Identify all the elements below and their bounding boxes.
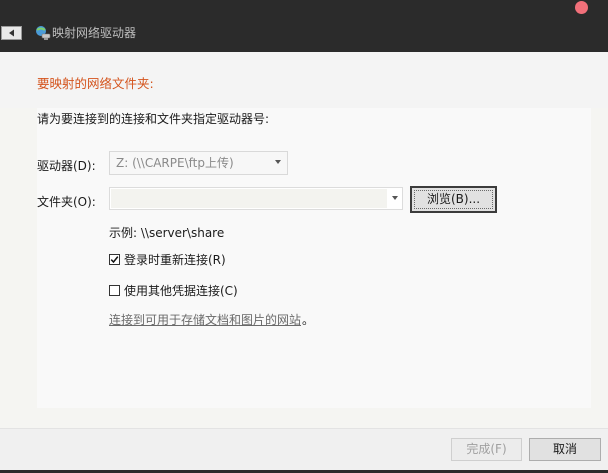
folder-label: 文件夹(O):	[37, 195, 96, 209]
description-text: 请为要连接到的连接和文件夹指定驱动器号:	[37, 112, 270, 126]
chevron-down-icon[interactable]	[392, 196, 398, 200]
back-button[interactable]	[1, 26, 22, 40]
cancel-button[interactable]: 取消	[529, 438, 601, 461]
map-network-drive-dialog: 映射网络驱动器 要映射的网络文件夹: 请为要连接到的连接和文件夹指定驱动器号: …	[0, 0, 608, 473]
reconnect-checkbox[interactable]	[109, 254, 120, 265]
folder-input[interactable]	[111, 189, 387, 208]
close-icon[interactable]	[575, 1, 588, 14]
drive-select[interactable]: Z: (\\CARPE\ftp上传)	[109, 151, 288, 175]
chevron-down-icon	[275, 160, 281, 164]
other-credentials-label: 使用其他凭据连接(C)	[124, 284, 238, 298]
other-credentials-checkbox[interactable]	[109, 285, 120, 296]
drive-select-value: Z: (\\CARPE\ftp上传)	[116, 156, 234, 170]
finish-button[interactable]: 完成(F)	[451, 438, 522, 461]
website-link[interactable]: 连接到可用于存储文档和图片的网站	[109, 311, 301, 328]
content-area	[0, 108, 608, 428]
window-title: 映射网络驱动器	[52, 26, 137, 40]
instruction-title: 要映射的网络文件夹:	[37, 76, 154, 91]
footer-bar: 完成(F) 取消	[0, 428, 608, 473]
folder-combobox[interactable]	[109, 187, 403, 210]
browse-button[interactable]: 浏览(B)...	[410, 186, 497, 213]
back-arrow-icon	[8, 29, 14, 37]
drive-label: 驱动器(D):	[37, 159, 96, 173]
other-credentials-option[interactable]: 使用其他凭据连接(C)	[109, 282, 238, 299]
title-bar: 映射网络驱动器	[0, 0, 608, 52]
link-period: 。	[302, 313, 315, 327]
checkmark-icon	[110, 256, 119, 264]
network-drive-icon	[36, 26, 51, 40]
header-band: 要映射的网络文件夹:	[0, 52, 608, 108]
reconnect-label: 登录时重新连接(R)	[124, 253, 226, 267]
reconnect-option[interactable]: 登录时重新连接(R)	[109, 251, 226, 268]
example-text: 示例: \\server\share	[109, 226, 225, 240]
